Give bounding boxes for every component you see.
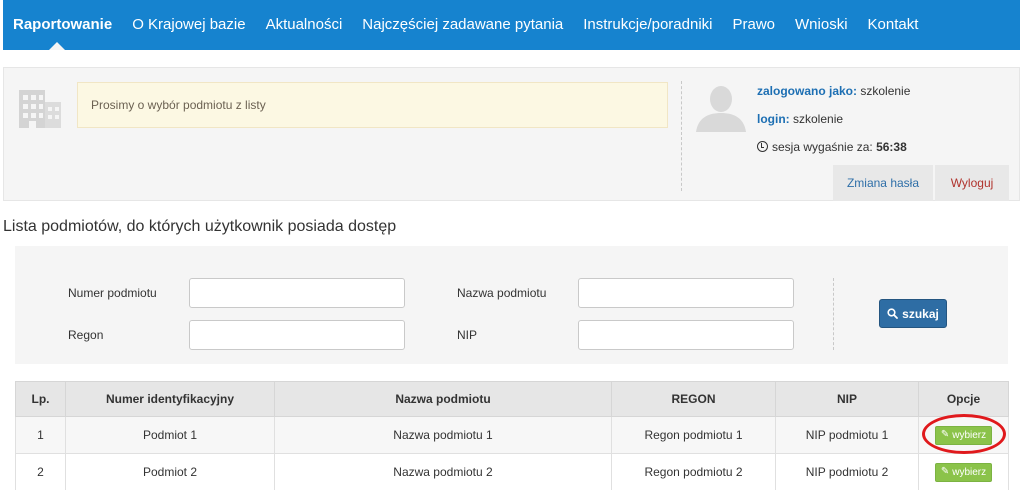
col-header-nip: NIP	[775, 381, 919, 417]
nav-item-faq[interactable]: Najczęściej zadawane pytania	[352, 0, 573, 50]
search-button[interactable]: szukaj	[879, 299, 947, 328]
divider	[833, 278, 834, 350]
top-navigation: Raportowanie O Krajowej bazie Aktualnośc…	[3, 0, 1020, 50]
select-button-label: wybierz	[952, 466, 987, 478]
building-icon	[19, 90, 61, 128]
table-row: 2 Podmiot 2 Nazwa podmiotu 2 Regon podmi…	[15, 453, 1009, 490]
nav-item-aktualnosci[interactable]: Aktualności	[256, 0, 353, 50]
regon-label: Regon	[68, 328, 104, 342]
regon-input[interactable]	[189, 320, 405, 350]
page-title: Lista podmiotów, do których użytkownik p…	[3, 218, 397, 235]
login-line: login: szkolenie	[757, 112, 843, 126]
cell-nazwa: Nazwa podmiotu 1	[274, 416, 612, 454]
cell-regon: Regon podmiotu 1	[611, 416, 776, 454]
nav-item-kontakt[interactable]: Kontakt	[858, 0, 929, 50]
search-form: Numer podmiotu Nazwa podmiotu Regon NIP …	[15, 246, 1008, 364]
entities-table-wrapper: Lp. Numer identyfikacyjny Nazwa podmiotu…	[15, 381, 1009, 490]
col-header-opcje: Opcje	[918, 381, 1009, 417]
nav-item-o-krajowej-bazie[interactable]: O Krajowej bazie	[122, 0, 255, 50]
table-header-row: Lp. Numer identyfikacyjny Nazwa podmiotu…	[15, 381, 1009, 417]
select-entity-button[interactable]: ✎ wybierz	[934, 462, 993, 482]
clock-icon	[757, 141, 768, 152]
nav-item-wnioski[interactable]: Wnioski	[785, 0, 858, 50]
select-button-label: wybierz	[952, 429, 987, 441]
session-timer: 56:38	[876, 140, 907, 154]
cell-regon: Regon podmiotu 2	[611, 453, 776, 490]
session-label: sesja wygaśnie za:	[772, 140, 873, 154]
nav-item-prawo[interactable]: Prawo	[722, 0, 785, 50]
numer-podmiotu-input[interactable]	[189, 278, 405, 308]
active-nav-caret	[49, 42, 65, 50]
select-entity-alert: Prosimy o wybór podmiotu z listy	[77, 82, 668, 128]
nip-label: NIP	[457, 328, 478, 342]
pencil-icon: ✎	[940, 429, 950, 440]
login-label: login:	[757, 112, 790, 126]
table-row: 1 Podmiot 1 Nazwa podmiotu 1 Regon podmi…	[15, 416, 1009, 454]
pencil-icon: ✎	[940, 466, 950, 477]
cell-nip: NIP podmiotu 2	[775, 453, 919, 490]
numer-podmiotu-label: Numer podmiotu	[68, 286, 157, 300]
col-header-regon: REGON	[611, 381, 776, 417]
cell-lp: 2	[15, 453, 66, 490]
cell-numer: Podmiot 2	[65, 453, 275, 490]
col-header-numer: Numer identyfikacyjny	[65, 381, 275, 417]
divider	[681, 81, 682, 191]
logged-as-label: zalogowano jako:	[757, 84, 858, 98]
entities-table: Lp. Numer identyfikacyjny Nazwa podmiotu…	[15, 381, 1009, 490]
nip-input[interactable]	[578, 320, 794, 350]
search-button-label: szukaj	[902, 306, 939, 321]
cell-numer: Podmiot 1	[65, 416, 275, 454]
login-value: szkolenie	[793, 112, 844, 126]
cell-opcje: ✎ wybierz	[918, 453, 1009, 490]
nazwa-podmiotu-label: Nazwa podmiotu	[457, 286, 547, 300]
col-header-lp: Lp.	[15, 381, 66, 417]
cell-nazwa: Nazwa podmiotu 2	[274, 453, 612, 490]
logged-as-value: szkolenie	[860, 84, 911, 98]
nav-item-instrukcje[interactable]: Instrukcje/poradniki	[573, 0, 722, 50]
user-avatar-icon	[696, 86, 746, 132]
change-password-button[interactable]: Zmiana hasła	[833, 165, 933, 201]
logged-as-line: zalogowano jako: szkolenie	[757, 84, 910, 98]
session-line: sesja wygaśnie za: 56:38	[757, 140, 907, 154]
logout-button[interactable]: Wyloguj	[935, 165, 1009, 201]
cell-nip: NIP podmiotu 1	[775, 416, 919, 454]
nazwa-podmiotu-input[interactable]	[578, 278, 794, 308]
col-header-nazwa: Nazwa podmiotu	[274, 381, 612, 417]
user-info-panel: Prosimy o wybór podmiotu z listy zalogow…	[3, 67, 1020, 201]
select-entity-button[interactable]: ✎ wybierz	[934, 425, 993, 445]
cell-lp: 1	[15, 416, 66, 454]
cell-opcje: ✎ wybierz	[918, 416, 1009, 454]
search-icon	[887, 308, 899, 319]
